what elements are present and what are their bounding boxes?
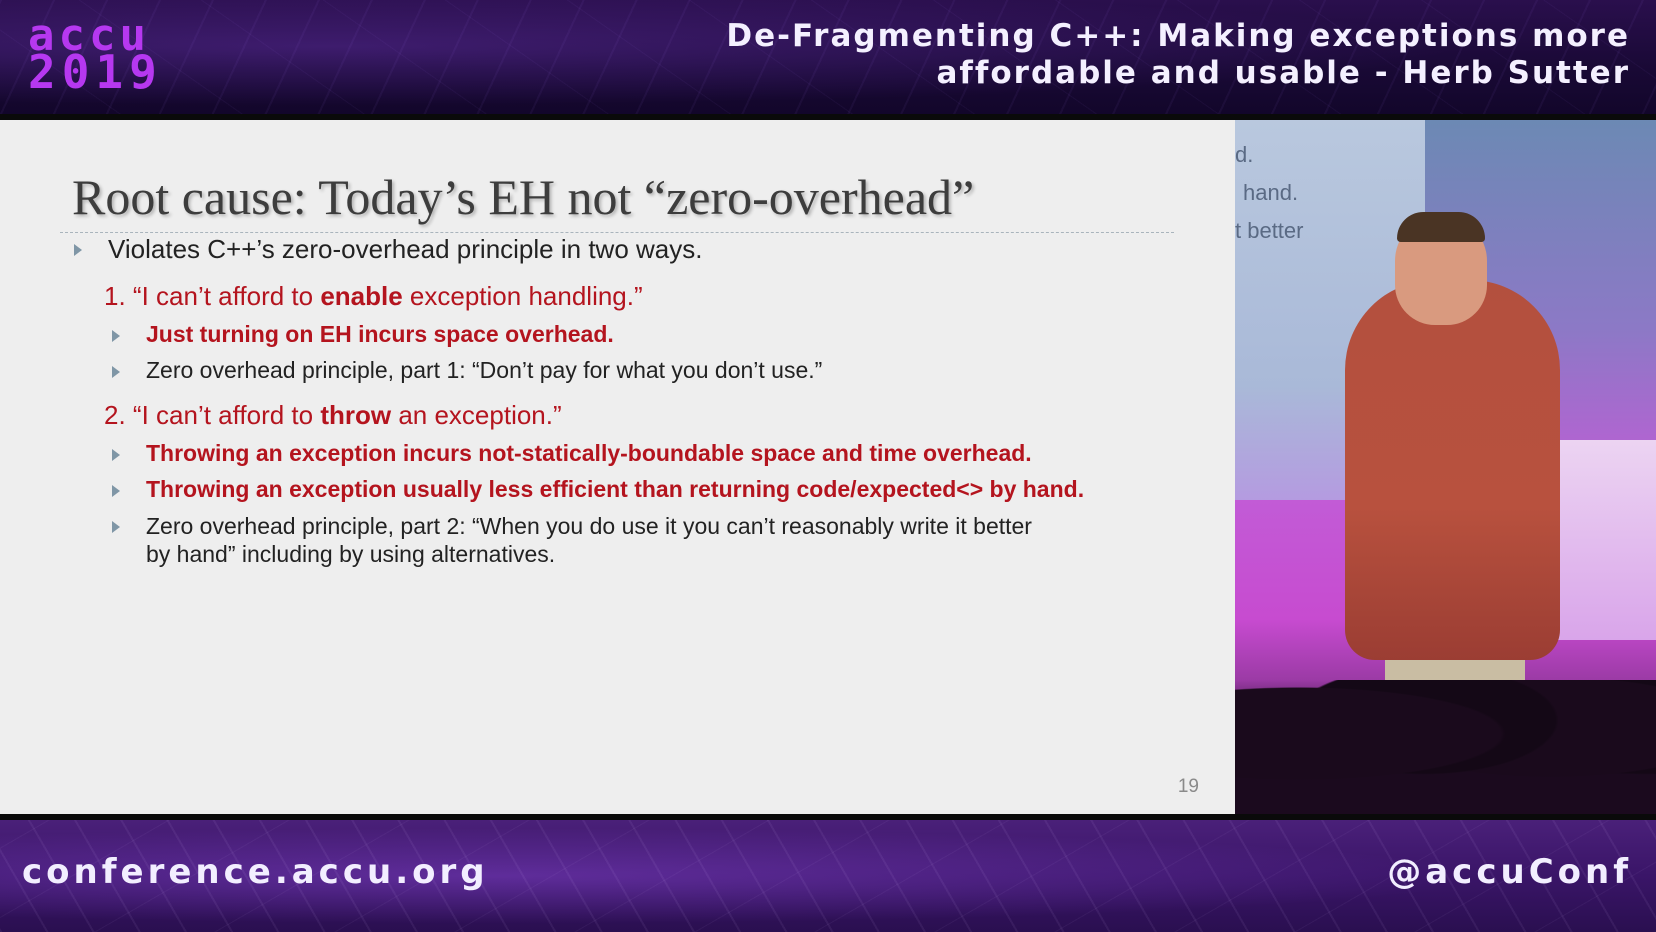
slide-title: Root cause: Today’s EH not “zero-overhea…	[72, 169, 975, 225]
ghost-text-1: d.	[1235, 142, 1254, 167]
bullet-main: Violates C++’s zero-overhead principle i…	[74, 234, 703, 265]
bullet-arrow-icon	[74, 244, 82, 256]
item2-pre: “I can’t afford to	[132, 400, 321, 430]
logo-line2: 2019	[28, 45, 163, 99]
title-divider	[60, 232, 1174, 233]
item2-sub1: Throwing an exception incurs not-statica…	[112, 440, 1032, 467]
bullet-arrow-icon	[112, 521, 120, 533]
item1-pre: “I can’t afford to	[132, 281, 321, 311]
slide-page-number: 19	[1177, 776, 1199, 797]
talk-title: De-Fragmenting C++: Making exceptions mo…	[726, 18, 1630, 92]
item2-sub3: Zero overhead principle, part 2: “When y…	[112, 512, 1032, 568]
speaker-hair	[1397, 212, 1485, 242]
bullet-main-text: Violates C++’s zero-overhead principle i…	[108, 234, 703, 264]
accu-logo: accu 2019	[28, 14, 163, 99]
numbered-item-2: 2. “I can’t afford to throw an exception…	[104, 400, 562, 431]
item1-sub1: Just turning on EH incurs space overhead…	[112, 321, 614, 348]
item2-sub1-text: Throwing an exception incurs not-statica…	[146, 440, 1032, 466]
item2-post: an exception.”	[391, 400, 562, 430]
item2-number: 2.	[104, 400, 126, 430]
talk-title-line1: De-Fragmenting C++: Making exceptions mo…	[726, 18, 1630, 54]
item1-number: 1.	[104, 281, 126, 311]
bullet-arrow-icon	[112, 330, 120, 342]
ghost-text-2: hand.	[1243, 180, 1299, 205]
item1-sub2-text: Zero overhead principle, part 1: “Don’t …	[146, 357, 823, 383]
item2-sub2-text: Throwing an exception usually less effic…	[146, 476, 1085, 502]
item2-sub3-line2: by hand” including by using alternatives…	[146, 541, 556, 567]
bullet-arrow-icon	[112, 449, 120, 461]
item2-bold: throw	[320, 400, 392, 430]
bullet-arrow-icon	[112, 366, 120, 378]
ghost-text-3: t better	[1235, 218, 1304, 243]
item1-post: exception handling.”	[402, 281, 643, 311]
audience-silhouettes	[1235, 680, 1656, 814]
speaker-video: d. hand. t better	[1235, 120, 1656, 814]
numbered-item-1: 1. “I can’t afford to enable exception h…	[104, 281, 643, 312]
item1-sub2: Zero overhead principle, part 1: “Don’t …	[112, 357, 823, 384]
speaker-shirt	[1345, 280, 1560, 660]
slide: Root cause: Today’s EH not “zero-overhea…	[0, 120, 1235, 814]
bullet-arrow-icon	[112, 485, 120, 497]
talk-title-line2: affordable and usable - Herb Sutter	[936, 55, 1630, 91]
conference-url: conference.accu.org	[22, 852, 489, 892]
twitter-handle: @accuConf	[1387, 852, 1632, 892]
item2-sub2: Throwing an exception usually less effic…	[112, 476, 1085, 503]
item1-sub1-text: Just turning on EH incurs space overhead…	[146, 321, 614, 347]
item1-bold: enable	[320, 281, 403, 311]
top-banner: accu 2019 De-Fragmenting C++: Making exc…	[0, 0, 1656, 116]
item2-sub3-line1: Zero overhead principle, part 2: “When y…	[146, 513, 1032, 539]
bottom-banner: conference.accu.org @accuConf	[0, 820, 1656, 932]
